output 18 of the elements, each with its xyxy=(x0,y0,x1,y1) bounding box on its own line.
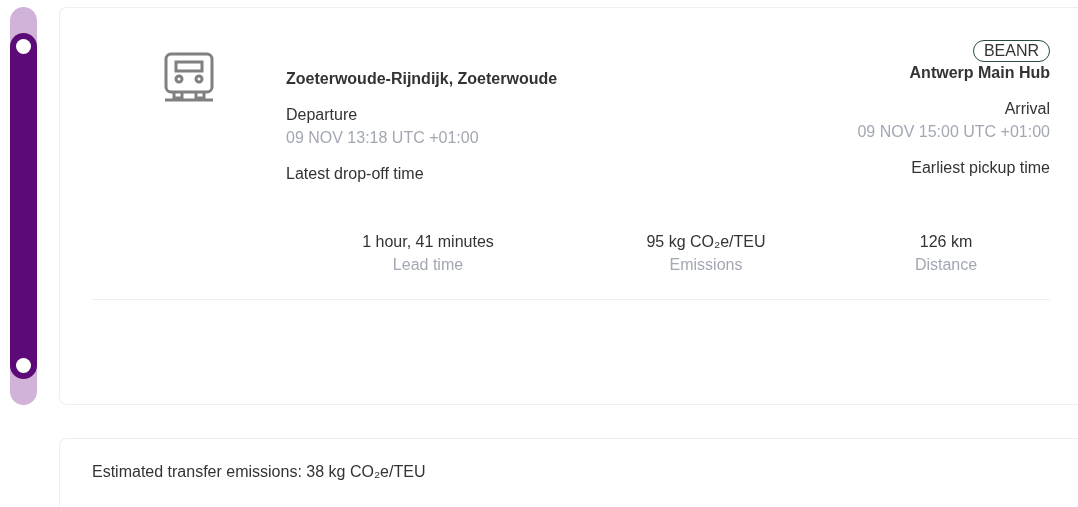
arrival-label: Arrival xyxy=(1004,100,1050,118)
stat-label: Distance xyxy=(914,256,978,274)
departure-label: Departure xyxy=(286,106,358,124)
stat-label: Emissions xyxy=(669,256,743,274)
stat-value: 126 km xyxy=(919,233,973,251)
arrival-time: 09 NOV 15:00 UTC +01:00 xyxy=(857,123,1050,141)
destination-name: Antwerp Main Hub xyxy=(909,64,1050,82)
origin-name: Zoeterwoude-Rijndijk, Zoeterwoude xyxy=(286,70,558,88)
stat-label: Lead time xyxy=(392,256,464,274)
bus-icon xyxy=(164,52,214,102)
departure-time: 09 NOV 13:18 UTC +01:00 xyxy=(286,129,479,147)
stat-value: 1 hour, 41 minutes xyxy=(362,233,494,251)
stat-value: 95 kg CO₂e/TEU xyxy=(646,233,766,251)
stop-dot xyxy=(16,358,31,373)
transfer-emissions-text: Estimated transfer emissions: 38 kg CO₂e/TEU xyxy=(92,463,426,480)
pickup-label: Earliest pickup time xyxy=(911,159,1050,177)
stop-dot xyxy=(16,39,31,54)
drop-off-label: Latest drop-off time xyxy=(286,165,424,183)
